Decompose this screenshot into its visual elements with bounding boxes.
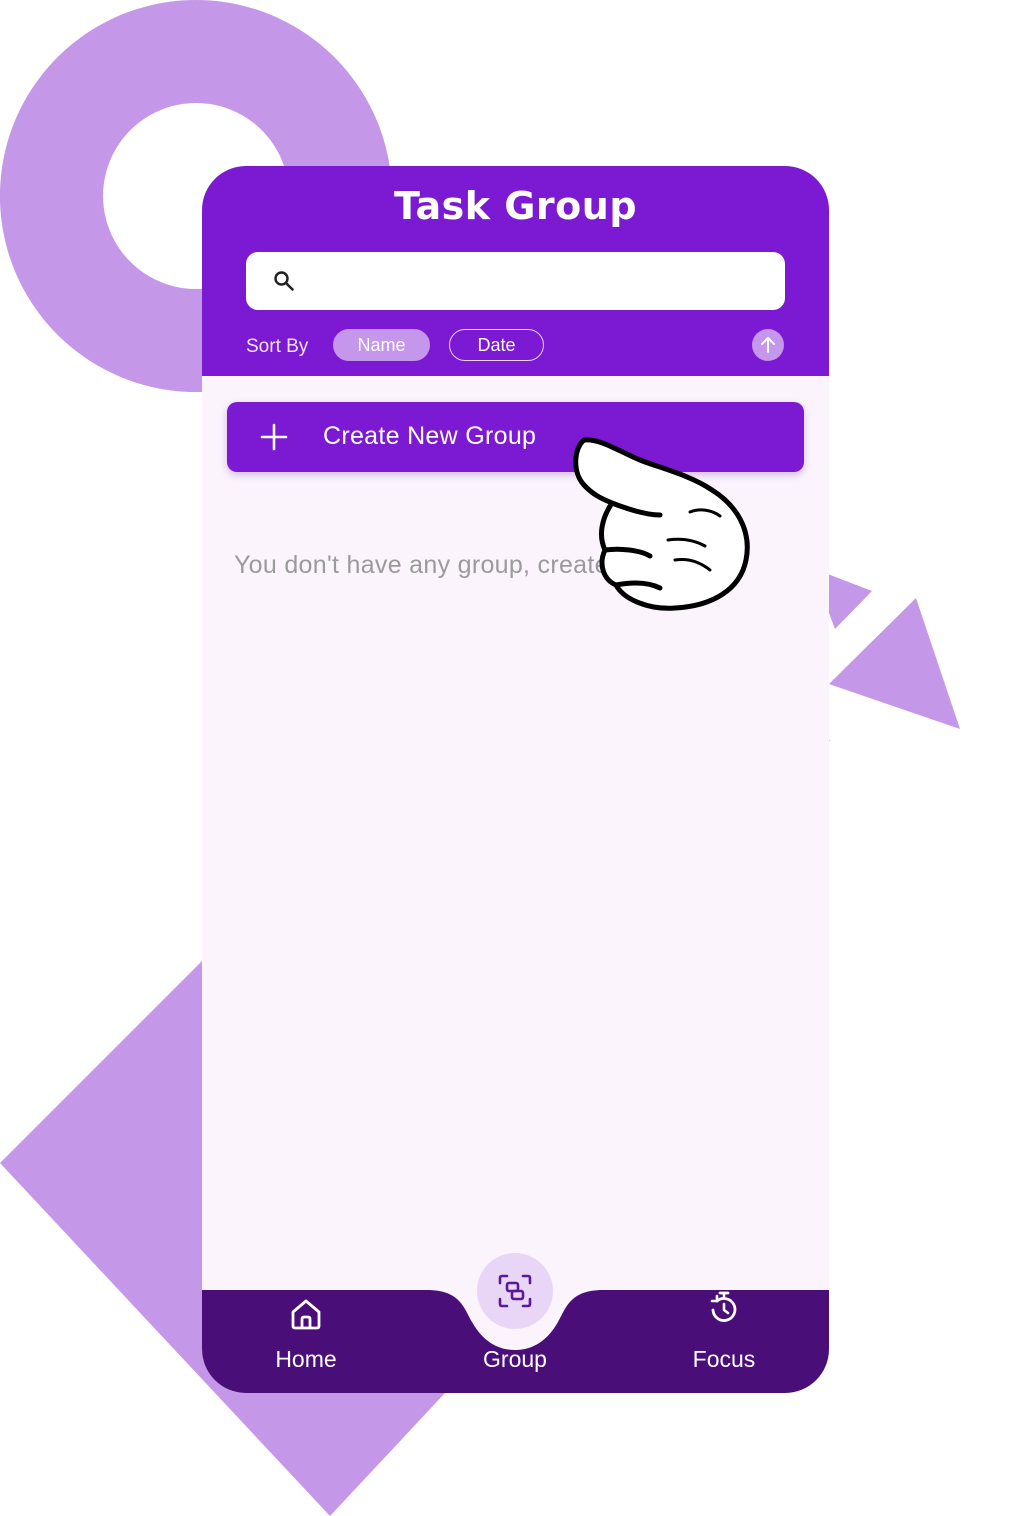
sort-name-chip[interactable]: Name [333, 329, 430, 361]
sort-date-chip[interactable]: Date [449, 329, 544, 361]
phone-screen: Task Group Sort By Name Date Create New … [202, 166, 829, 1393]
search-input[interactable] [310, 262, 760, 300]
triangle-shape [829, 598, 960, 729]
sort-direction-button[interactable] [752, 329, 784, 361]
sort-by-label: Sort By [246, 336, 309, 357]
home-icon [291, 1299, 321, 1330]
nav-item-focus[interactable]: Focus [654, 1291, 794, 1373]
search-icon [274, 271, 294, 291]
group-fab-button[interactable] [477, 1253, 553, 1329]
page-title: Task Group [393, 184, 638, 228]
create-group-label: Create New Group [323, 422, 537, 450]
create-group-button[interactable]: Create New Group [227, 402, 804, 472]
search-bar[interactable] [246, 252, 785, 310]
nav-item-home[interactable]: Home [236, 1299, 376, 1373]
nav-label-home: Home [275, 1346, 337, 1372]
arrow-up-icon [761, 337, 775, 353]
app-header: Task Group Sort By Name Date [202, 166, 829, 376]
bottom-navigation: Home Group Focus [202, 1246, 829, 1393]
timer-icon [710, 1291, 737, 1322]
nav-label-focus: Focus [692, 1346, 756, 1372]
empty-state-message: You don't have any group, create one now… [234, 551, 720, 579]
group-icon [498, 1274, 532, 1308]
nav-label-group: Group [483, 1346, 547, 1372]
nav-item-group[interactable]: Group [445, 1346, 585, 1373]
plus-icon [260, 423, 288, 451]
stage: Task Group Sort By Name Date Create New … [0, 0, 1012, 1516]
